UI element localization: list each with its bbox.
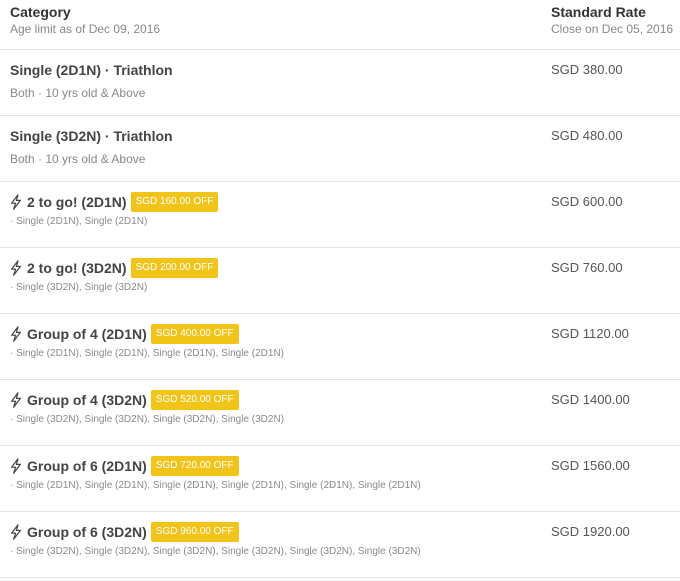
category-header: Category Age limit as of Dec 09, 2016	[10, 4, 160, 37]
rate-header-subtitle: Close on Dec 05, 2016	[551, 22, 674, 36]
discount-badge: SGD 720.00 OFF	[150, 456, 239, 476]
discount-badge: SGD 520.00 OFF	[150, 390, 239, 410]
category-description: · Single (3D2N), Single (3D2N), Single (…	[10, 414, 284, 425]
rate-header-title: Standard Rate	[551, 4, 646, 20]
category-name-text: Group of 6 (2D1N)	[27, 458, 147, 474]
category-name-text: Single (3D2N) · Triathlon	[10, 128, 173, 144]
category-name-text: 2 to go! (2D1N)	[27, 194, 127, 210]
category-description: Both · 10 yrs old & Above	[10, 86, 146, 100]
table-row[interactable]: Group of 6 (2D1N) SGD 720.00 OFF · Singl…	[0, 446, 680, 512]
table-row[interactable]: Single (2D1N) · Triathlon Both · 10 yrs …	[0, 50, 680, 116]
standard-rate-price: SGD 760.00	[551, 260, 623, 275]
category-name-text: Group of 4 (3D2N)	[27, 392, 147, 408]
category-header-subtitle: Age limit as of Dec 09, 2016	[10, 22, 161, 36]
category-description: · Single (2D1N), Single (2D1N), Single (…	[10, 348, 284, 359]
standard-rate-price: SGD 480.00	[551, 128, 623, 143]
category-description: · Single (3D2N), Single (3D2N), Single (…	[10, 546, 421, 557]
table-row[interactable]: 2 to go! (3D2N) SGD 200.00 OFF · Single …	[0, 248, 680, 314]
category-name-text: Group of 6 (3D2N)	[27, 524, 147, 540]
category-description: · Single (3D2N), Single (3D2N)	[10, 282, 148, 293]
table-row[interactable]: Group of 6 (3D2N) SGD 960.00 OFF · Singl…	[0, 512, 680, 578]
table-row[interactable]: Single (3D2N) · Triathlon Both · 10 yrs …	[0, 116, 680, 182]
category-name: Single (2D1N) · Triathlon	[10, 60, 173, 80]
lightning-bolt-icon	[10, 260, 22, 276]
category-description: · Single (2D1N), Single (2D1N), Single (…	[10, 480, 421, 491]
category-description: · Single (2D1N), Single (2D1N)	[10, 216, 148, 227]
category-name-text: Group of 4 (2D1N)	[27, 326, 147, 342]
standard-rate-price: SGD 1560.00	[551, 458, 630, 473]
category-name: Group of 4 (3D2N) SGD 520.00 OFF	[10, 390, 284, 410]
standard-rate-price: SGD 600.00	[551, 194, 623, 209]
lightning-bolt-icon	[10, 524, 22, 540]
category-name-text: Single (2D1N) · Triathlon	[10, 62, 173, 78]
lightning-bolt-icon	[10, 458, 22, 474]
table-row[interactable]: Group of 4 (3D2N) SGD 520.00 OFF · Singl…	[0, 380, 680, 446]
category-header-title: Category	[10, 4, 71, 20]
lightning-bolt-icon	[10, 392, 22, 408]
discount-badge: SGD 200.00 OFF	[130, 258, 219, 278]
category-name-text: 2 to go! (3D2N)	[27, 260, 127, 276]
category-name: Group of 6 (2D1N) SGD 720.00 OFF	[10, 456, 421, 476]
discount-badge: SGD 160.00 OFF	[130, 192, 219, 212]
standard-rate-price: SGD 1400.00	[551, 392, 630, 407]
standard-rate-price: SGD 380.00	[551, 62, 623, 77]
category-name: 2 to go! (3D2N) SGD 200.00 OFF	[10, 258, 219, 278]
lightning-bolt-icon	[10, 326, 22, 342]
table-row[interactable]: Group of 4 (2D1N) SGD 400.00 OFF · Singl…	[0, 314, 680, 380]
standard-rate-price: SGD 1120.00	[551, 326, 629, 341]
lightning-bolt-icon	[10, 194, 22, 210]
standard-rate-price: SGD 1920.00	[551, 524, 630, 539]
table-row[interactable]: 2 to go! (2D1N) SGD 160.00 OFF · Single …	[0, 182, 680, 248]
rate-header: Standard Rate Close on Dec 05, 2016	[551, 4, 673, 37]
table-header: Category Age limit as of Dec 09, 2016 St…	[0, 0, 680, 50]
pricing-table: Category Age limit as of Dec 09, 2016 St…	[0, 0, 680, 578]
category-name: Single (3D2N) · Triathlon	[10, 126, 173, 146]
category-name: 2 to go! (2D1N) SGD 160.00 OFF	[10, 192, 219, 212]
discount-badge: SGD 400.00 OFF	[150, 324, 239, 344]
category-description: Both · 10 yrs old & Above	[10, 152, 146, 166]
discount-badge: SGD 960.00 OFF	[150, 522, 239, 542]
category-name: Group of 6 (3D2N) SGD 960.00 OFF	[10, 522, 421, 542]
category-name: Group of 4 (2D1N) SGD 400.00 OFF	[10, 324, 284, 344]
